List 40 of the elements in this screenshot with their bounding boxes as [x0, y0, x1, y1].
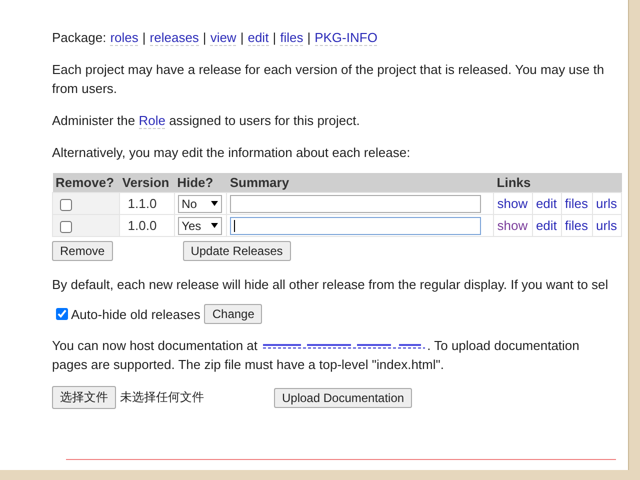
caret-icon: [210, 201, 218, 206]
intro-text: Each project may have a release for each version of the project that is released. You may use th from users.: [52, 61, 606, 98]
role-link[interactable]: Role: [138, 113, 166, 129]
summary-field[interactable]: [230, 216, 482, 234]
edit-text: Alternatively, you may edit the information about each release:: [52, 144, 412, 162]
separator: |: [272, 30, 276, 45]
choose-file-button[interactable]: 选择文件: [52, 386, 116, 409]
remove-button[interactable]: Remove: [52, 241, 113, 261]
hide-select[interactable]: Yes: [178, 216, 222, 234]
nav-link[interactable]: PKG-INFO: [314, 30, 378, 46]
column-header: Version: [119, 173, 174, 192]
auto-hide-checkbox[interactable]: [56, 308, 68, 320]
column-header: Remove?: [52, 173, 120, 192]
checkbox[interactable]: [60, 198, 72, 211]
nav-link[interactable]: edit: [248, 30, 269, 46]
column-header: Summary: [226, 173, 494, 192]
nav-link[interactable]: releases: [150, 30, 199, 46]
nav-link[interactable]: files: [280, 30, 304, 46]
docs-text: You can now host documentation at . To upload documentation pages are supported. The zip file must have a top-level "index.html".: [52, 338, 580, 372]
upload-button[interactable]: Upload Documentation: [274, 388, 412, 408]
column-header: Links: [494, 173, 622, 192]
version-cell: 1.0.0: [119, 214, 174, 236]
column-header: Hide?: [174, 173, 227, 192]
nav-link[interactable]: roles: [110, 30, 138, 46]
change-button[interactable]: Change: [204, 304, 262, 324]
auto-hide-label: Auto-hide old releases: [71, 306, 200, 322]
update-button[interactable]: Update Releases: [182, 241, 291, 261]
hide-select[interactable]: No: [178, 194, 222, 212]
caret-icon: [210, 223, 218, 228]
separator: |: [202, 30, 206, 45]
nav-link[interactable]: view: [210, 30, 236, 46]
separator: |: [240, 30, 244, 45]
default-text: By default, each new release will hide all other release from the regular display. If you want to sel: [52, 276, 610, 294]
separator: |: [307, 30, 311, 45]
summary-field[interactable]: [230, 194, 482, 212]
package-label: Package:: [52, 30, 106, 45]
role-text: Administer the Role assigned to users for this project.: [52, 112, 361, 130]
separator: |: [142, 30, 146, 45]
checkbox[interactable]: [60, 220, 72, 233]
file-status: 未选择任何文件: [120, 389, 205, 406]
